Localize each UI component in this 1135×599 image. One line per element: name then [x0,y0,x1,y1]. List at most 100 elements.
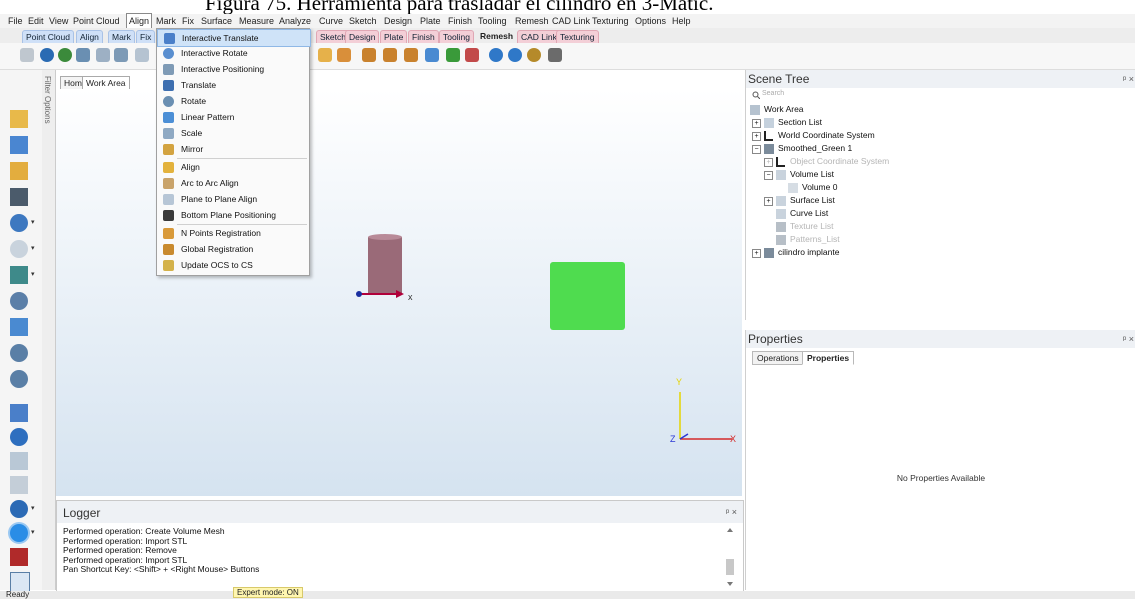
toolbar-icon-18[interactable] [527,48,541,62]
tab-remesh[interactable]: Remesh [477,30,516,42]
import-folder-icon[interactable] [10,162,28,180]
toolbar-icon-4[interactable] [76,48,90,62]
menu-cad-link[interactable]: CAD Link [550,14,592,28]
sphere-icon[interactable] [10,524,28,542]
tree-node-texture-list[interactable]: Texture List [776,220,833,233]
menu-item-linear-pattern[interactable]: Linear Pattern [157,109,309,125]
expand-icon[interactable]: + [764,158,773,167]
expand-icon[interactable]: + [752,132,761,141]
menu-remesh[interactable]: Remesh [513,14,551,28]
color-icon[interactable] [10,500,28,518]
pin-close-icon[interactable]: ᵖ × [1123,334,1134,344]
expand-icon[interactable]: + [752,119,761,128]
axes-icon[interactable] [10,572,30,592]
menu-item-update-ocs-to-cs[interactable]: Update OCS to CS [157,257,309,273]
menu-fix[interactable]: Fix [180,14,196,28]
tree-node-patterns-list[interactable]: Patterns_List [776,233,840,246]
toolbar-icon-7[interactable] [135,48,149,62]
tab-operations[interactable]: Operations [752,351,804,365]
undo-icon[interactable] [10,214,28,232]
menu-item-align[interactable]: Align [157,159,309,175]
rotate-view-icon[interactable] [10,318,28,336]
cylinder-object[interactable] [368,234,402,293]
menu-finish[interactable]: Finish [446,14,474,28]
collapse-icon[interactable]: − [752,145,761,154]
menu-item-bottom-plane-positioning[interactable]: Bottom Plane Positioning [157,207,309,223]
expand-icon[interactable]: + [764,197,773,206]
transparency-icon[interactable] [10,476,28,494]
redo-icon[interactable] [10,240,28,258]
expert-mode-badge[interactable]: Expert mode: ON [233,587,303,598]
select-icon[interactable] [10,266,28,284]
menu-edit[interactable]: Edit [26,14,46,28]
toolbar-icon-9[interactable] [337,48,351,62]
tab-tooling[interactable]: Tooling [439,30,474,44]
tree-node-world-coordinate-system[interactable]: + World Coordinate System [752,129,875,142]
shading-icon[interactable] [10,428,28,446]
cube-icon[interactable] [10,548,28,566]
menu-design[interactable]: Design [382,14,414,28]
menu-view[interactable]: View [47,14,70,28]
pan-icon[interactable] [10,292,28,310]
filter-options-panel[interactable]: Filter Options [42,70,56,590]
menu-help[interactable]: Help [670,14,693,28]
menu-item-interactive-rotate[interactable]: Interactive Rotate [157,45,309,61]
pin-close-icon[interactable]: ᵖ × [726,507,737,517]
tab-cad-link[interactable]: CAD Link [517,30,561,44]
menu-sketch[interactable]: Sketch [347,14,379,28]
tree-node-curve-list[interactable]: Curve List [776,207,828,220]
pin-close-icon[interactable]: ᵖ × [1123,74,1134,84]
menu-item-rotate[interactable]: Rotate [157,93,309,109]
menu-plate[interactable]: Plate [418,14,443,28]
menu-item-interactive-positioning[interactable]: Interactive Positioning [157,61,309,77]
tab-design[interactable]: Design [345,30,380,44]
toolbar-icon-1[interactable] [20,48,34,62]
menu-item-arc-to-arc-align[interactable]: Arc to Arc Align [157,175,309,191]
toolbar-icon-10[interactable] [362,48,376,62]
menu-tooling[interactable]: Tooling [476,14,509,28]
scene-tree-search[interactable]: Search [752,90,1130,100]
menu-curve[interactable]: Curve [317,14,345,28]
toolbar-icon-14[interactable] [446,48,460,62]
tree-node-volume-list[interactable]: − Volume List [764,168,834,181]
tab-align[interactable]: Align [76,30,103,44]
menu-mark[interactable]: Mark [154,14,178,28]
toolbar-icon-3[interactable] [58,48,72,62]
toolbar-icon-5[interactable] [96,48,110,62]
select-dropdown-icon[interactable]: ▾ [31,271,35,278]
tab-plate[interactable]: Plate [380,30,408,44]
collapse-icon[interactable]: − [764,171,773,180]
tab-properties[interactable]: Properties [802,351,855,365]
tab-texturing[interactable]: Texturing [556,30,599,44]
toolbar-icon-19[interactable] [548,48,562,62]
tree-node-section-list[interactable]: + Section List [752,116,822,129]
sphere-dropdown-icon[interactable]: ▾ [31,529,35,536]
menu-file[interactable]: File [6,14,25,28]
new-file-icon[interactable] [10,136,28,154]
toolbar-icon-17[interactable] [508,48,522,62]
menu-point-cloud[interactable]: Point Cloud [71,14,122,28]
scroll-down-icon[interactable] [727,582,733,586]
open-folder-icon[interactable] [10,110,28,128]
zoom-out-icon[interactable] [10,370,28,388]
toolbar-icon-6[interactable] [114,48,128,62]
tab-work-area[interactable]: Work Area [82,76,130,90]
save-icon[interactable] [10,188,28,206]
menu-item-n-points-registration[interactable]: N Points Registration [157,225,309,241]
tree-node-object-coordinate-system[interactable]: + Object Coordinate System [764,155,889,168]
menu-texturing[interactable]: Texturing [590,14,631,28]
zoom-icon[interactable] [10,344,28,362]
menu-item-scale[interactable]: Scale [157,125,309,141]
menu-measure[interactable]: Measure [237,14,276,28]
logger-scrollbar[interactable] [724,527,736,587]
toolbar-icon-11[interactable] [383,48,397,62]
view-icon[interactable] [10,404,28,422]
tree-node-work-area[interactable]: Work Area [750,103,804,116]
scroll-thumb[interactable] [726,559,734,575]
toolbar-icon-16[interactable] [489,48,503,62]
expand-icon[interactable]: + [752,249,761,258]
tree-node-smoothed-green-1[interactable]: − Smoothed_Green 1 [752,142,852,155]
redo-dropdown-icon[interactable]: ▾ [31,245,35,252]
tab-finish[interactable]: Finish [408,30,439,44]
toolbar-icon-13[interactable] [425,48,439,62]
